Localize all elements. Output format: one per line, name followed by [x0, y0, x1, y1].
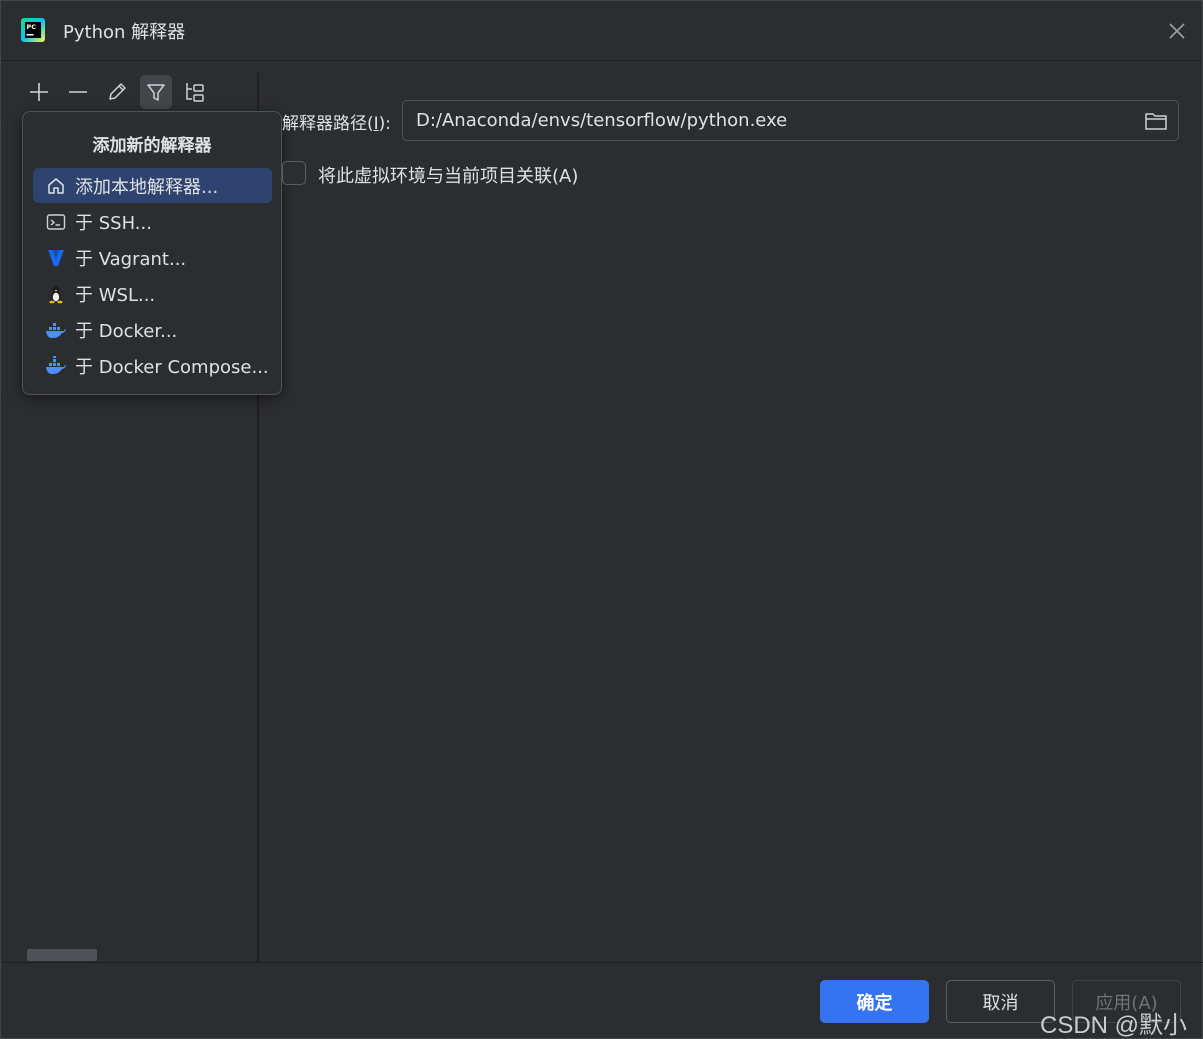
menu-item-label: 于 WSL...	[75, 284, 156, 306]
dialog-title: Python 解释器	[63, 22, 186, 43]
filter-icon	[147, 84, 165, 101]
menu-item-vagrant[interactable]: 于 Vagrant...	[33, 240, 272, 275]
docker-icon	[45, 319, 67, 341]
footer-divider	[2, 962, 1203, 963]
menu-item-docker-compose[interactable]: 于 Docker Compose...	[33, 348, 272, 383]
remove-button[interactable]	[62, 75, 94, 109]
associate-project-label: 将此虚拟环境与当前项目关联(A)	[318, 166, 579, 187]
folder-icon[interactable]	[1144, 110, 1168, 132]
terminal-icon	[45, 211, 67, 233]
tree-view-button[interactable]	[179, 75, 211, 109]
add-button[interactable]	[23, 75, 55, 109]
popup-title: 添加新的解释器	[92, 136, 212, 156]
menu-item-label: 于 SSH...	[75, 212, 152, 234]
interpreter-path-field[interactable]: D:/Anaconda/envs/tensorflow/python.exe	[402, 100, 1179, 141]
docker-compose-icon	[45, 355, 67, 377]
pycharm-icon: PC	[21, 18, 45, 42]
menu-item-wsl[interactable]: 于 WSL...	[33, 276, 272, 311]
plus-icon	[30, 83, 48, 101]
menu-item-label: 于 Docker...	[75, 320, 178, 342]
interpreter-dialog: PC Python 解释器 添加新的解释器 添加本地解释器... 于 SSH..…	[0, 0, 1203, 1039]
watermark: CSDN @默小枚	[1040, 1012, 1188, 1039]
interpreter-path-label: 解释器路径(I):	[282, 114, 392, 134]
menu-item-add-local[interactable]: 添加本地解释器...	[33, 168, 272, 203]
title-bar: PC Python 解释器	[1, 1, 1202, 61]
interpreter-toolbar	[23, 75, 211, 111]
menu-item-label: 添加本地解释器...	[75, 176, 219, 198]
ok-button[interactable]: 确定	[820, 980, 929, 1023]
menu-item-docker[interactable]: 于 Docker...	[33, 312, 272, 347]
close-icon[interactable]	[1165, 19, 1189, 43]
horizontal-scrollbar[interactable]	[27, 949, 97, 961]
minus-icon	[69, 91, 87, 93]
filter-button[interactable]	[140, 75, 172, 109]
edit-icon	[109, 83, 126, 100]
menu-item-label: 于 Docker Compose...	[75, 356, 269, 378]
tree-icon	[186, 83, 204, 102]
linux-icon	[45, 283, 67, 305]
edit-button[interactable]	[101, 75, 133, 109]
home-icon	[45, 175, 67, 197]
add-interpreter-popup: 添加新的解释器 添加本地解释器... 于 SSH... 于 Vagrant...…	[22, 111, 282, 395]
menu-item-label: 于 Vagrant...	[75, 248, 187, 270]
vagrant-icon	[45, 247, 67, 269]
menu-item-ssh[interactable]: 于 SSH...	[33, 204, 272, 239]
associate-project-checkbox[interactable]	[282, 161, 306, 185]
svg-text:PC: PC	[27, 23, 37, 31]
interpreter-path-value[interactable]: D:/Anaconda/envs/tensorflow/python.exe	[416, 110, 787, 131]
cancel-button[interactable]: 取消	[946, 980, 1055, 1023]
